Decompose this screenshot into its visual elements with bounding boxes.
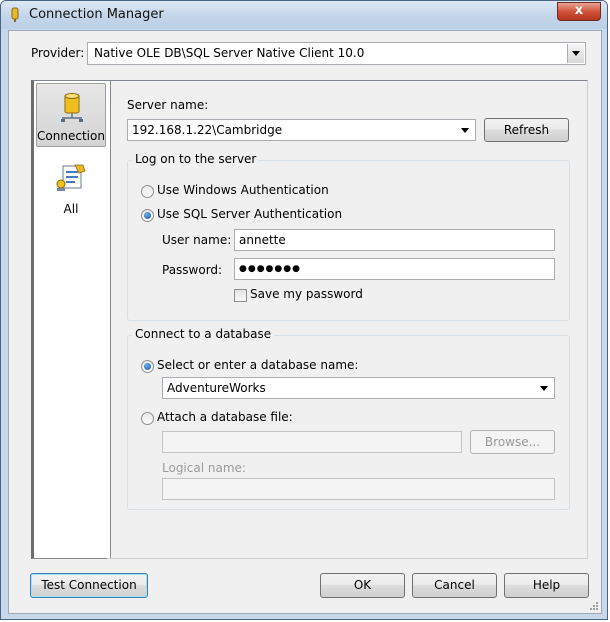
- refresh-button[interactable]: Refresh: [484, 118, 569, 142]
- page-navigator: Connection All: [31, 80, 111, 559]
- ok-button[interactable]: OK: [320, 573, 405, 598]
- refresh-button-label: Refresh: [503, 123, 550, 137]
- properties-icon: [56, 164, 86, 191]
- cancel-button-label: Cancel: [434, 578, 475, 592]
- close-button[interactable]: x: [557, 2, 601, 21]
- title-bar[interactable]: Connection Manager x: [1, 1, 607, 29]
- close-icon: x: [574, 3, 584, 18]
- server-name-value: 192.168.1.22\Cambridge: [132, 123, 283, 137]
- sql-auth-label[interactable]: Use SQL Server Authentication: [157, 207, 342, 221]
- password-field[interactable]: ●●●●●●●: [234, 258, 555, 280]
- chevron-down-icon[interactable]: [457, 122, 473, 138]
- logon-group-title: Log on to the server: [132, 152, 260, 166]
- password-value: ●●●●●●●: [239, 264, 301, 274]
- cancel-button[interactable]: Cancel: [412, 573, 497, 598]
- username-value: annette: [239, 233, 286, 247]
- dialog-client-area: Provider: Native OLE DB\SQL Server Nativ…: [8, 30, 602, 614]
- nav-item-connection[interactable]: Connection: [36, 83, 106, 147]
- resize-grip-icon[interactable]: [589, 601, 599, 611]
- ok-button-label: OK: [353, 578, 372, 592]
- logical-name-label: Logical name:: [162, 461, 246, 475]
- provider-dropdown[interactable]: Native OLE DB\SQL Server Native Client 1…: [87, 42, 586, 65]
- database-name-value: AdventureWorks: [167, 381, 266, 395]
- save-password-label[interactable]: Save my password: [250, 287, 363, 301]
- database-connection-icon: [11, 7, 19, 22]
- select-database-radio[interactable]: [141, 360, 154, 373]
- server-name-label: Server name:: [127, 98, 209, 112]
- sql-auth-radio[interactable]: [141, 209, 154, 222]
- username-field[interactable]: annette: [234, 229, 555, 251]
- attach-database-radio[interactable]: [141, 412, 154, 425]
- nav-item-all-label: All: [63, 202, 79, 216]
- logical-name-field[interactable]: [162, 478, 555, 500]
- select-database-label[interactable]: Select or enter a database name:: [157, 358, 358, 372]
- provider-value: Native OLE DB\SQL Server Native Client 1…: [94, 46, 365, 60]
- windows-auth-radio[interactable]: [141, 185, 154, 198]
- database-group-title: Connect to a database: [132, 327, 275, 341]
- connection-page: Server name: 192.168.1.22\Cambridge Refr…: [107, 80, 588, 559]
- windows-auth-label[interactable]: Use Windows Authentication: [157, 183, 329, 197]
- test-connection-button[interactable]: Test Connection: [30, 573, 148, 598]
- database-icon: [61, 93, 83, 122]
- database-name-dropdown[interactable]: AdventureWorks: [162, 377, 555, 399]
- server-name-input[interactable]: 192.168.1.22\Cambridge: [127, 119, 476, 141]
- database-file-field[interactable]: [162, 431, 462, 453]
- nav-item-connection-label: Connection: [37, 129, 105, 143]
- provider-label: Provider:: [31, 46, 85, 60]
- help-button[interactable]: Help: [504, 573, 589, 598]
- window-title: Connection Manager: [29, 7, 164, 22]
- help-button-label: Help: [532, 578, 561, 592]
- browse-button-label: Browse...: [484, 435, 541, 449]
- chevron-down-icon[interactable]: [567, 44, 584, 63]
- test-connection-label: Test Connection: [41, 578, 137, 592]
- nav-item-all[interactable]: All: [36, 155, 106, 219]
- attach-database-label[interactable]: Attach a database file:: [157, 410, 293, 424]
- browse-button[interactable]: Browse...: [470, 430, 555, 454]
- chevron-down-icon[interactable]: [536, 380, 552, 396]
- password-label: Password:: [162, 263, 223, 277]
- username-label: User name:: [162, 233, 232, 247]
- connection-manager-window: Connection Manager x Provider: Native OL…: [0, 0, 608, 620]
- save-password-checkbox[interactable]: [234, 289, 247, 302]
